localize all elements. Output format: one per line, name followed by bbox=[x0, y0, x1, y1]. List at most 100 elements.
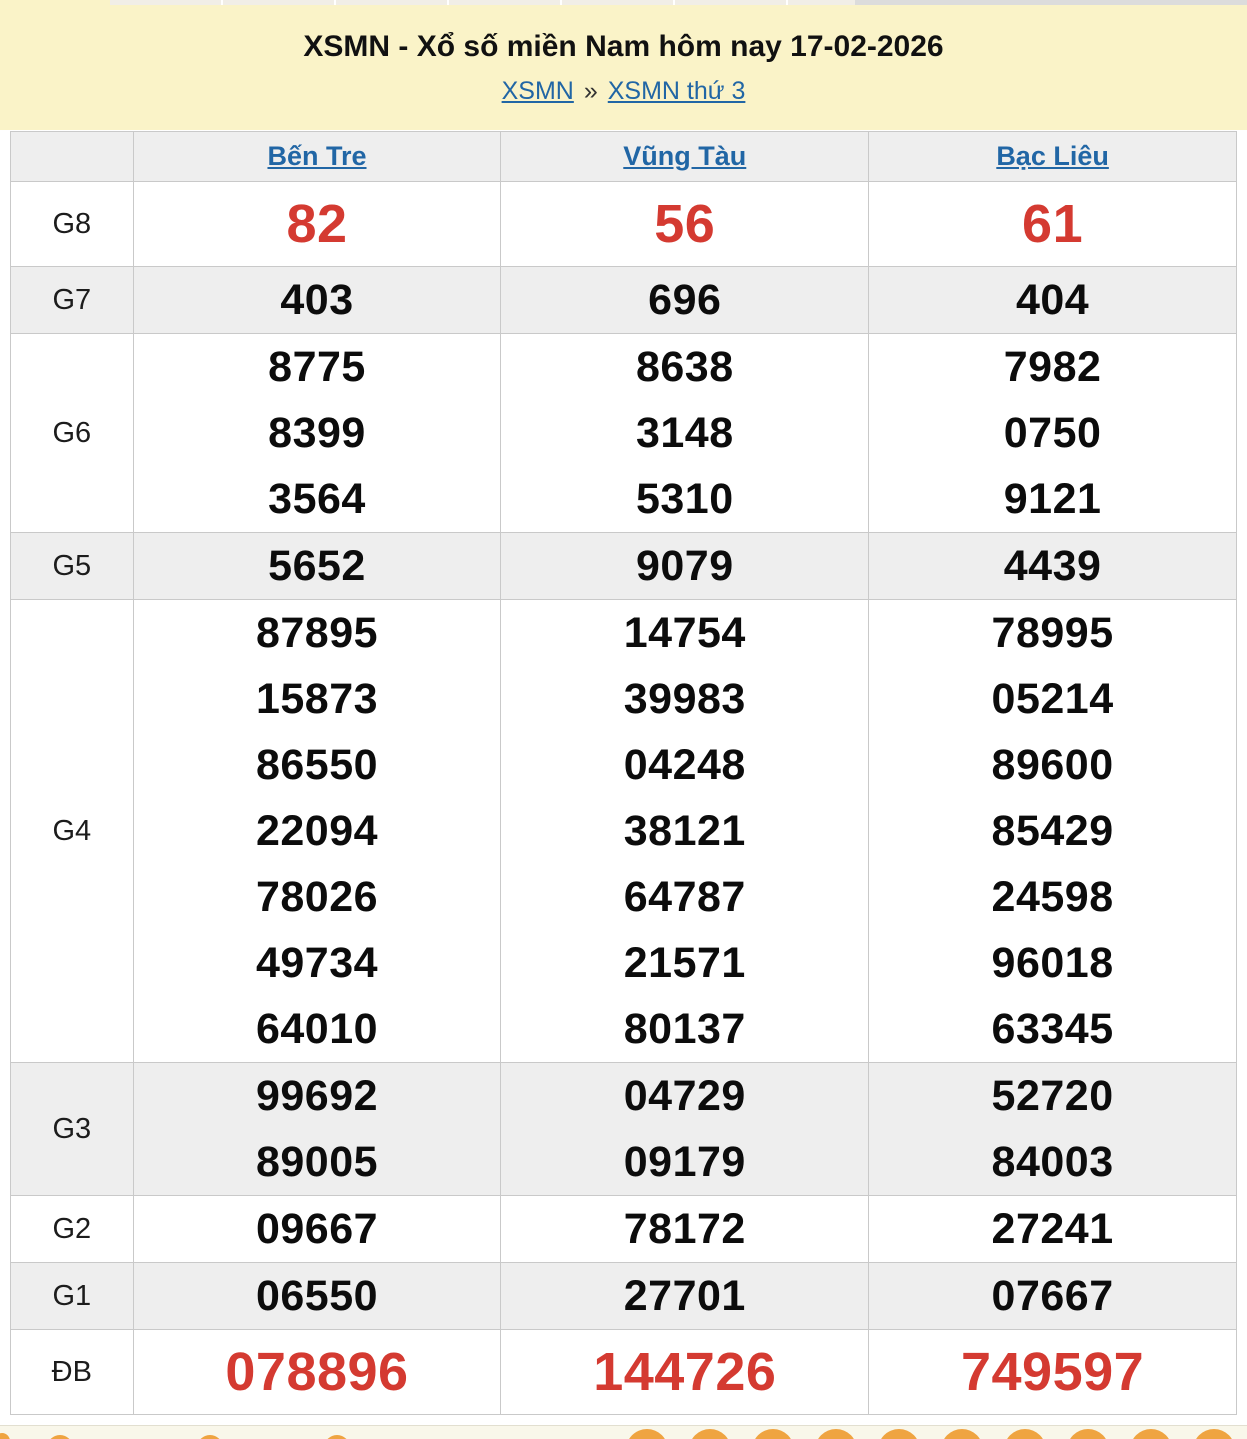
result-number: 86550 bbox=[134, 732, 501, 798]
result-cell: 696 bbox=[501, 267, 869, 334]
result-cell: 4439 bbox=[869, 533, 1237, 600]
result-cell: 06550 bbox=[133, 1263, 501, 1330]
lotto-ball-icon bbox=[47, 1435, 73, 1439]
result-cell: 5652 bbox=[133, 533, 501, 600]
result-number: 8638 bbox=[501, 334, 868, 400]
result-number: 8399 bbox=[134, 400, 501, 466]
result-number: 9121 bbox=[869, 466, 1236, 532]
result-cell: 0472909179 bbox=[501, 1063, 869, 1196]
result-number: 96018 bbox=[869, 930, 1236, 996]
prize-label: ĐB bbox=[11, 1330, 134, 1415]
lotto-ball-icon bbox=[878, 1429, 920, 1439]
result-number: 78995 bbox=[869, 600, 1236, 666]
result-number: 38121 bbox=[501, 798, 868, 864]
result-number: 3564 bbox=[134, 466, 501, 532]
page: { "colors": { "page-bg": "#ffffff", "hea… bbox=[0, 0, 1247, 1439]
province-header: Bạc Liêu bbox=[869, 132, 1237, 182]
result-cell: 144726 bbox=[501, 1330, 869, 1415]
cutoff-gray-area bbox=[855, 0, 1247, 5]
result-number: 403 bbox=[134, 267, 501, 333]
prize-row-G3: G3996928900504729091795272084003 bbox=[11, 1063, 1237, 1196]
result-number: 24598 bbox=[869, 864, 1236, 930]
result-cell: 82 bbox=[133, 182, 501, 267]
lotto-ball-icon bbox=[941, 1429, 983, 1439]
province-header: Bến Tre bbox=[133, 132, 501, 182]
prize-column-header bbox=[11, 132, 134, 182]
result-cell: 5272084003 bbox=[869, 1063, 1237, 1196]
result-number: 89600 bbox=[869, 732, 1236, 798]
result-cell: 27241 bbox=[869, 1196, 1237, 1263]
lotto-balls-strip bbox=[0, 1425, 1247, 1439]
result-cell: 61 bbox=[869, 182, 1237, 267]
result-cell: 56 bbox=[501, 182, 869, 267]
result-cell: 87895158738655022094780264973464010 bbox=[133, 600, 501, 1063]
prize-row-G5: G5565290794439 bbox=[11, 533, 1237, 600]
result-number: 3148 bbox=[501, 400, 868, 466]
breadcrumb-link-xsmn[interactable]: XSMN bbox=[502, 77, 574, 105]
result-number: 78172 bbox=[501, 1196, 868, 1262]
result-number: 7982 bbox=[869, 334, 1236, 400]
lotto-ball-icon bbox=[689, 1429, 731, 1439]
result-number: 27701 bbox=[501, 1263, 868, 1329]
province-header-row: Bến Tre Vũng Tàu Bạc Liêu bbox=[11, 132, 1237, 182]
result-number: 04729 bbox=[501, 1063, 868, 1129]
province-link-1[interactable]: Bến Tre bbox=[267, 141, 366, 171]
page-header: XSMN - Xổ số miền Nam hôm nay 17-02-2026… bbox=[0, 6, 1247, 130]
result-number: 21571 bbox=[501, 930, 868, 996]
prize-label: G7 bbox=[11, 267, 134, 334]
result-number: 8775 bbox=[134, 334, 501, 400]
prize-label: G6 bbox=[11, 334, 134, 533]
result-cell: 07667 bbox=[869, 1263, 1237, 1330]
prize-label: G3 bbox=[11, 1063, 134, 1196]
prize-row-G8: G8825661 bbox=[11, 182, 1237, 267]
prize-label: G1 bbox=[11, 1263, 134, 1330]
result-cell: 404 bbox=[869, 267, 1237, 334]
result-cell: 09667 bbox=[133, 1196, 501, 1263]
result-number: 27241 bbox=[869, 1196, 1236, 1262]
result-number: 5652 bbox=[134, 533, 501, 599]
province-link-3[interactable]: Bạc Liêu bbox=[996, 141, 1109, 171]
lotto-ball-icon bbox=[815, 1429, 857, 1439]
result-number: 404 bbox=[869, 267, 1236, 333]
result-cell: 877583993564 bbox=[133, 334, 501, 533]
result-number: 87895 bbox=[134, 600, 501, 666]
result-number: 078896 bbox=[134, 1330, 501, 1414]
result-number: 78026 bbox=[134, 864, 501, 930]
result-number: 06550 bbox=[134, 1263, 501, 1329]
prize-row-ĐB: ĐB078896144726749597 bbox=[11, 1330, 1237, 1415]
result-number: 61 bbox=[869, 182, 1236, 266]
prize-row-G6: G6877583993564863831485310798207509121 bbox=[11, 334, 1237, 533]
lotto-ball-icon bbox=[752, 1429, 794, 1439]
result-number: 22094 bbox=[134, 798, 501, 864]
page-title: XSMN - Xổ số miền Nam hôm nay 17-02-2026 bbox=[0, 6, 1247, 64]
result-number: 14754 bbox=[501, 600, 868, 666]
result-number: 84003 bbox=[869, 1129, 1236, 1195]
result-number: 144726 bbox=[501, 1330, 868, 1414]
prize-label: G5 bbox=[11, 533, 134, 600]
results-table: Bến Tre Vũng Tàu Bạc Liêu G8825661G7403696… bbox=[10, 131, 1237, 1415]
lotto-ball-icon bbox=[324, 1435, 350, 1439]
result-cell: 9969289005 bbox=[133, 1063, 501, 1196]
breadcrumb: XSMN » XSMN thứ 3 bbox=[0, 77, 1247, 106]
result-cell: 9079 bbox=[501, 533, 869, 600]
province-link-2[interactable]: Vũng Tàu bbox=[623, 141, 746, 171]
lotto-ball-icon bbox=[1067, 1429, 1109, 1439]
breadcrumb-link-current[interactable]: XSMN thứ 3 bbox=[608, 77, 746, 105]
result-number: 64010 bbox=[134, 996, 501, 1062]
breadcrumb-separator: » bbox=[584, 77, 598, 105]
prize-row-G2: G2096677817227241 bbox=[11, 1196, 1237, 1263]
result-number: 09667 bbox=[134, 1196, 501, 1262]
result-cell: 078896 bbox=[133, 1330, 501, 1415]
result-number: 85429 bbox=[869, 798, 1236, 864]
result-number: 4439 bbox=[869, 533, 1236, 599]
result-cell: 14754399830424838121647872157180137 bbox=[501, 600, 869, 1063]
lotto-ball-icon bbox=[197, 1435, 223, 1439]
result-cell: 78995052148960085429245989601863345 bbox=[869, 600, 1237, 1063]
lotto-ball-icon bbox=[626, 1429, 668, 1439]
lotto-ball-icon bbox=[1130, 1429, 1172, 1439]
result-cell: 798207509121 bbox=[869, 334, 1237, 533]
result-number: 5310 bbox=[501, 466, 868, 532]
result-number: 56 bbox=[501, 182, 868, 266]
result-cell: 863831485310 bbox=[501, 334, 869, 533]
province-header: Vũng Tàu bbox=[501, 132, 869, 182]
